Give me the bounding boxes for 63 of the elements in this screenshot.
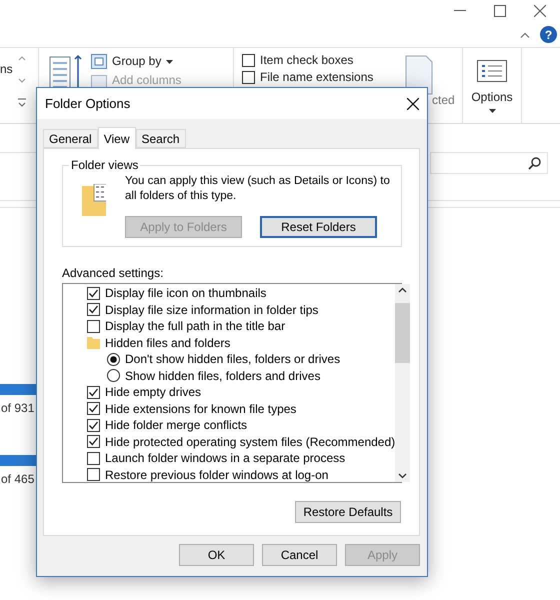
setting-label: Restore previous folder windows at log-on bbox=[105, 468, 328, 482]
checkbox[interactable] bbox=[87, 402, 100, 416]
tab[interactable]: General bbox=[43, 129, 98, 148]
setting-label: Display file size information in folder tips bbox=[105, 302, 318, 317]
dialog-button[interactable]: OK bbox=[179, 544, 254, 566]
checkbox-label[interactable]: File name extensions bbox=[260, 71, 374, 84]
restore-defaults-button[interactable]: Restore Defaults bbox=[295, 501, 401, 523]
caret-icon bbox=[488, 109, 496, 113]
group-by-button[interactable]: Group by bbox=[91, 54, 182, 69]
radio-button[interactable] bbox=[107, 369, 120, 382]
folder-icon bbox=[87, 336, 100, 350]
checkbox[interactable] bbox=[87, 452, 100, 465]
close-icon[interactable] bbox=[534, 5, 546, 17]
checkbox[interactable] bbox=[87, 286, 100, 300]
radio-button[interactable] bbox=[107, 352, 120, 366]
checkbox[interactable] bbox=[87, 303, 100, 316]
checkbox-label[interactable]: Item check boxes bbox=[260, 54, 354, 67]
checkbox[interactable] bbox=[87, 320, 100, 333]
options-button[interactable]: Options bbox=[463, 48, 522, 123]
setting-label: Hide protected operating system files (Recommended) bbox=[105, 434, 396, 449]
setting-label: Hidden files and folders bbox=[105, 336, 230, 350]
dialog-button[interactable]: Cancel bbox=[262, 544, 337, 566]
checkbox[interactable] bbox=[87, 386, 100, 399]
setting-label: Display file icon on thumbnails bbox=[105, 286, 266, 300]
advanced-label: Advanced settings: bbox=[62, 266, 164, 280]
drive-size: of 931 bbox=[0, 401, 36, 415]
checkbox[interactable] bbox=[242, 54, 255, 67]
help-button[interactable]: ? bbox=[540, 26, 557, 43]
folder-icon bbox=[82, 184, 106, 216]
dialog-title: Folder Options bbox=[45, 96, 130, 111]
folder-views-text: You can apply this view (such as Details or Icons) to all folders of this type. bbox=[125, 174, 391, 204]
ribbon-label[interactable]: cted bbox=[432, 94, 455, 107]
setting-label: Hide empty drives bbox=[105, 385, 202, 400]
scrollbar[interactable] bbox=[395, 284, 410, 482]
group-by-icon bbox=[91, 54, 107, 69]
checkbox[interactable] bbox=[87, 418, 100, 432]
minimize-icon[interactable] bbox=[454, 10, 466, 12]
usage-bar bbox=[0, 384, 36, 395]
setting-label: Launch folder windows in a separate process bbox=[105, 451, 346, 466]
search-icon bbox=[528, 156, 541, 170]
caret-icon bbox=[166, 60, 174, 64]
caret-up-icon[interactable] bbox=[520, 32, 530, 38]
folder-button[interactable]: Reset Folders bbox=[260, 216, 377, 238]
close-icon[interactable] bbox=[407, 98, 419, 110]
tab[interactable]: View bbox=[98, 127, 136, 149]
setting-label: Show hidden files, folders and drives bbox=[125, 368, 320, 383]
ribbon-label[interactable]: ns bbox=[0, 62, 13, 76]
options-icon bbox=[477, 60, 507, 82]
setting-label: Hide extensions for known file types bbox=[105, 402, 296, 416]
checkbox[interactable] bbox=[87, 435, 100, 448]
checkbox[interactable] bbox=[242, 71, 255, 84]
scroll-down-icon[interactable] bbox=[398, 473, 408, 479]
setting-label: Display the full path in the title bar bbox=[105, 319, 286, 334]
usage-bar bbox=[0, 455, 36, 466]
setting-label: Don't show hidden files, folders or drives bbox=[125, 352, 340, 366]
search-field[interactable] bbox=[430, 152, 548, 174]
scroll-up-icon[interactable] bbox=[398, 287, 408, 293]
drive-size: of 465 bbox=[0, 472, 36, 486]
group-title: Folder views bbox=[69, 158, 140, 172]
setting-label: Hide folder merge conflicts bbox=[105, 418, 248, 432]
maximize-icon[interactable] bbox=[494, 5, 506, 17]
tab[interactable]: Search bbox=[136, 129, 186, 148]
checkbox[interactable] bbox=[87, 468, 100, 482]
